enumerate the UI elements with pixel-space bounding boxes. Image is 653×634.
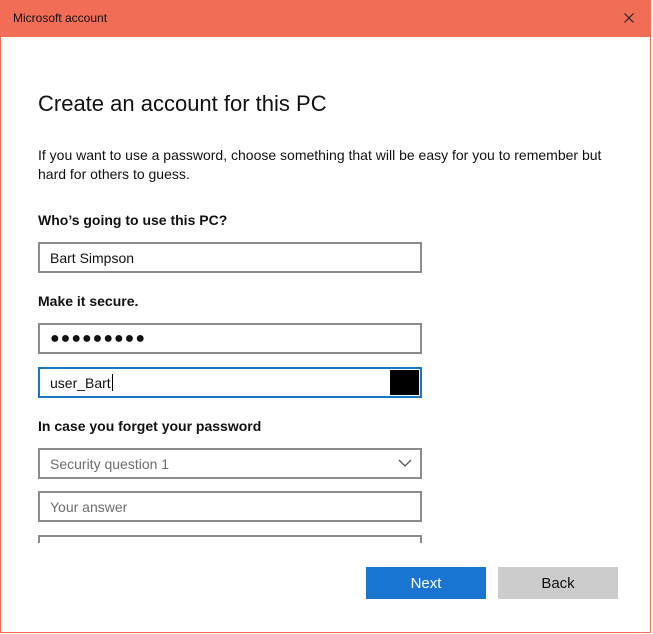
recovery-label: In case you forget your password	[38, 418, 262, 434]
security-question-dropdown[interactable]: Security question 1	[38, 448, 422, 479]
reveal-password-icon	[390, 370, 419, 395]
page-description: If you want to use a password, choose so…	[38, 147, 602, 182]
username-field[interactable]: Bart Simpson	[38, 242, 422, 273]
window-title: Microsoft account	[13, 11, 108, 25]
make-secure-label: Make it secure.	[38, 293, 139, 309]
reenter-password-value: user_Bart	[50, 374, 111, 391]
username-label: Who’s going to use this PC?	[38, 212, 228, 228]
microsoft-account-dialog: Microsoft account Create an account for …	[0, 0, 651, 633]
chevron-down-icon	[398, 459, 412, 467]
page-title: Create an account for this PC	[38, 91, 327, 116]
next-button[interactable]: Next	[366, 567, 486, 599]
security-answer-placeholder: Your answer	[50, 498, 128, 515]
password-field[interactable]: ●●●●●●●●●	[38, 323, 422, 354]
close-button[interactable]	[616, 6, 642, 30]
reveal-password-button[interactable]	[390, 370, 419, 395]
back-button[interactable]: Back	[498, 567, 618, 599]
username-value: Bart Simpson	[50, 249, 135, 266]
reenter-password-field[interactable]: user_Bart	[38, 367, 422, 398]
close-icon	[624, 13, 634, 23]
text-cursor	[111, 374, 113, 391]
security-question-placeholder: Security question 1	[50, 455, 170, 472]
security-answer-field[interactable]: Your answer	[38, 491, 422, 522]
password-masked-value: ●●●●●●●●●	[50, 329, 146, 347]
security-question-2-dropdown[interactable]	[38, 535, 422, 543]
title-bar: Microsoft account	[1, 0, 650, 37]
